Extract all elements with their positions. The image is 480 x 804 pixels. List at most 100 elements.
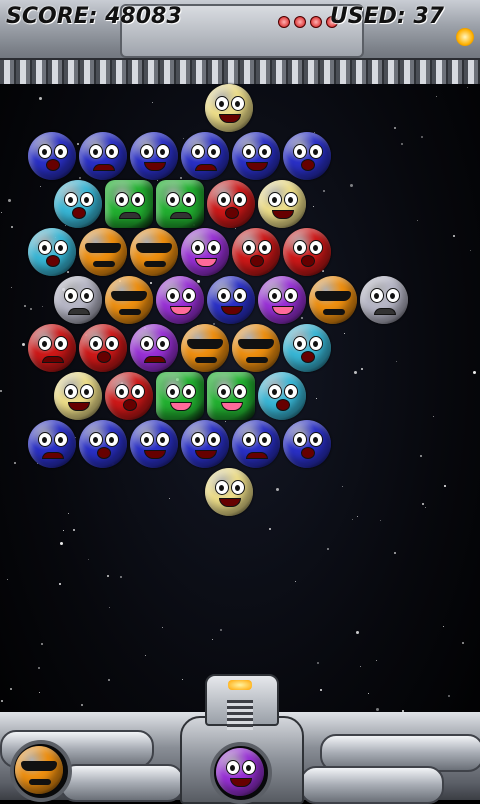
mouth-icon: [67, 308, 90, 315]
lamp-icon: [456, 28, 474, 46]
eye-icon: [293, 240, 307, 255]
mouth-icon: [93, 164, 115, 171]
bubble-grey: [359, 276, 408, 324]
star: [39, 692, 40, 693]
eye-icon: [140, 144, 154, 159]
tongue-icon: [195, 258, 217, 267]
bubble-red: [206, 180, 255, 228]
mouth-icon: [195, 164, 217, 171]
eye-icon: [216, 384, 231, 399]
star: [360, 666, 361, 667]
mouth-icon: [301, 351, 315, 363]
mouth-icon: [219, 498, 241, 507]
indicator-light: [294, 16, 306, 28]
star: [212, 639, 213, 640]
star: [182, 679, 183, 680]
bubble-cyan: [257, 372, 306, 420]
bubble-purple: [130, 324, 178, 372]
star: [38, 667, 40, 669]
machine-pipe: [300, 766, 444, 804]
bubble-green: [206, 372, 255, 420]
eye-icon: [156, 432, 170, 447]
bubble-blue: [206, 276, 255, 324]
eye-icon: [63, 288, 78, 303]
bubble-purple: [181, 228, 229, 276]
eye-icon: [63, 192, 78, 207]
star: [109, 607, 110, 608]
star: [356, 631, 359, 634]
mouth-icon: [220, 306, 243, 315]
sunglasses-icon: [187, 339, 223, 349]
star: [30, 308, 32, 310]
star: [453, 235, 455, 237]
star: [422, 503, 424, 505]
eye-icon: [242, 240, 256, 255]
eye-icon: [79, 192, 94, 207]
mouth-icon: [250, 255, 264, 267]
star: [88, 559, 89, 560]
mouth-icon: [42, 452, 64, 459]
star: [323, 190, 325, 192]
mouth-icon: [118, 309, 141, 315]
mouth-icon: [29, 779, 51, 785]
eye-icon: [114, 384, 129, 399]
star: [361, 368, 363, 370]
star: [39, 97, 42, 100]
sunglasses-icon: [110, 291, 147, 301]
mouth-icon: [122, 399, 137, 411]
star: [41, 643, 43, 645]
star: [145, 655, 146, 656]
bubble-blue: [79, 420, 127, 468]
eye-icon: [267, 288, 282, 303]
star: [448, 695, 450, 697]
bubble-green: [104, 180, 153, 228]
mouth-icon: [246, 357, 268, 363]
eye-icon: [181, 192, 196, 207]
star: [350, 184, 353, 187]
star: [269, 528, 271, 530]
star: [68, 513, 69, 514]
bubble-orange: [104, 276, 153, 324]
star: [183, 138, 184, 139]
mouth-icon: [246, 162, 268, 171]
cannon-light-icon: [228, 680, 252, 690]
mouth-icon: [301, 255, 315, 267]
bubble-blue: [181, 132, 229, 180]
eye-icon: [385, 288, 400, 303]
eye-icon: [283, 288, 298, 303]
eye-icon: [191, 144, 205, 159]
eye-icon: [114, 192, 129, 207]
sunglasses-icon: [21, 761, 57, 771]
bubble-orange: [130, 228, 178, 276]
eye-icon: [207, 144, 221, 159]
star: [354, 371, 357, 374]
eye-icon: [79, 384, 94, 399]
mouth-icon: [93, 261, 115, 267]
eye-icon: [165, 288, 180, 303]
top-hud-panel: SCORE: 48083 USED: 37: [0, 0, 480, 84]
star: [67, 271, 69, 273]
mouth-icon: [67, 402, 90, 411]
eye-icon: [105, 336, 119, 351]
sunglasses-icon: [238, 339, 274, 349]
mouth-icon: [373, 308, 396, 315]
current-bubble-purple[interactable]: [216, 748, 264, 796]
eye-icon: [79, 288, 94, 303]
eye-icon: [89, 336, 103, 351]
eye-icon: [140, 432, 154, 447]
eye-icon: [130, 384, 145, 399]
machine-pipe: [60, 764, 184, 802]
eye-icon: [38, 240, 52, 255]
star: [433, 416, 434, 417]
next-bubble-orange: [15, 746, 63, 794]
eye-icon: [293, 432, 307, 447]
mouth-icon: [322, 309, 345, 315]
bubble-cyan: [53, 180, 102, 228]
eye-icon: [258, 432, 272, 447]
eye-icon: [283, 384, 298, 399]
eye-icon: [54, 432, 68, 447]
star: [169, 498, 170, 499]
mouth-icon: [97, 351, 111, 363]
eye-icon: [216, 288, 231, 303]
bubble-blue: [232, 132, 280, 180]
